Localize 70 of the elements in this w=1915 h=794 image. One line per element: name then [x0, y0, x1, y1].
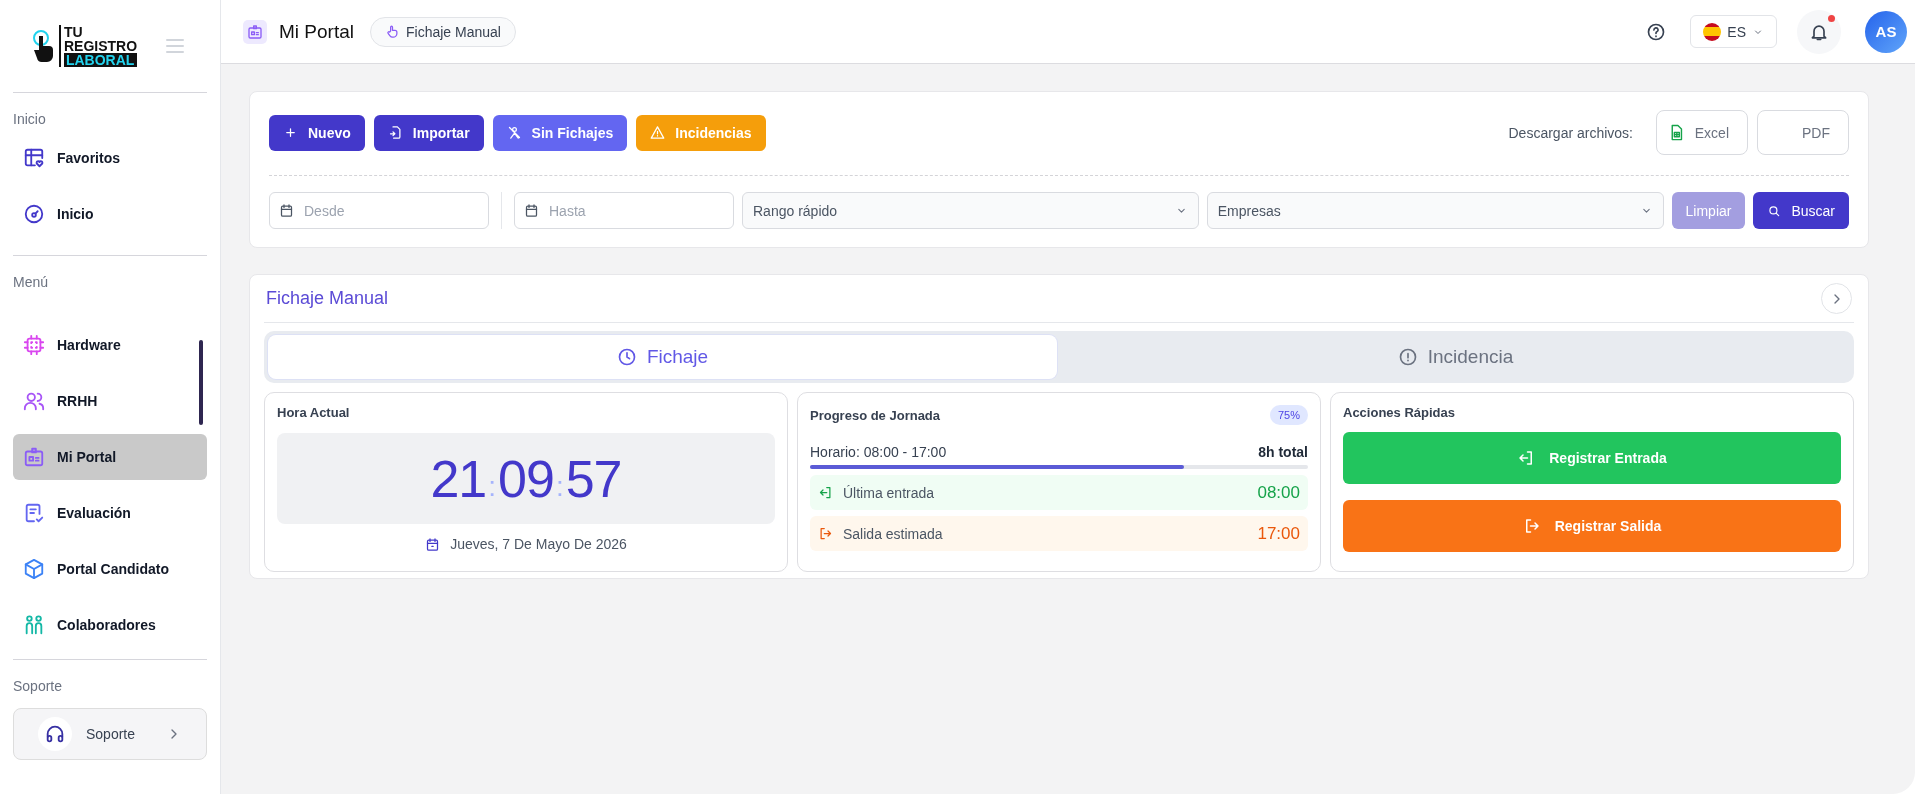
tab[interactable]: Incidencia — [1061, 335, 1850, 379]
card-title: Progreso de Jornada — [810, 407, 941, 423]
card-title: Hora Actual — [277, 405, 351, 420]
date-field[interactable]: Hasta — [514, 192, 734, 229]
time-label: Última entrada — [843, 484, 936, 501]
id-card-icon — [23, 446, 45, 468]
schedule-text: Horario: 08:00 - 17:00 — [810, 444, 947, 460]
search-icon — [1767, 203, 1782, 218]
download-button[interactable]: PDF — [1757, 110, 1849, 155]
chip-icon — [23, 334, 45, 356]
calendar-icon — [425, 536, 441, 552]
total-hours: 8h total — [1258, 444, 1308, 460]
user-off-icon — [506, 125, 522, 140]
panel-title: Fichaje Manual — [266, 288, 389, 309]
scrollbar-thumb[interactable] — [199, 340, 203, 425]
section-title: Menú — [12, 273, 50, 292]
percent-badge: 75% — [1269, 405, 1308, 425]
calendar-icon — [279, 203, 294, 218]
box-icon — [23, 558, 45, 580]
card-title: Acciones Rápidas — [1343, 405, 1456, 420]
support-button[interactable]: Soporte — [13, 708, 207, 760]
breadcrumb-chip[interactable]: Fichaje Manual — [369, 16, 516, 47]
pointer-hand-icon — [384, 24, 400, 39]
clock-icon — [616, 347, 637, 367]
sign-out-icon — [818, 526, 833, 541]
file-import-icon — [387, 125, 403, 140]
user-avatar[interactable]: AS — [1865, 10, 1907, 53]
sidebar-item[interactable]: Portal Candidato — [13, 546, 207, 592]
expand-button[interactable] — [1821, 283, 1852, 314]
filter-button[interactable]: Buscar — [1753, 192, 1849, 229]
select-field[interactable]: Rango rápido — [742, 192, 1199, 229]
toolbar-button[interactable]: Nuevo — [269, 114, 365, 151]
people-icon — [23, 614, 45, 636]
sidebar-item[interactable]: Inicio — [13, 191, 207, 237]
time-value: 17:00 — [1257, 523, 1300, 544]
tab[interactable]: Fichaje — [268, 335, 1057, 379]
select-field[interactable]: Empresas — [1206, 192, 1664, 229]
help-icon — [1646, 21, 1667, 42]
page-title: Mi Portal — [279, 20, 354, 43]
alert-circle-icon — [1397, 347, 1418, 367]
time-label: Salida estimada — [843, 525, 944, 542]
sidebar-item[interactable]: Colaboradores — [13, 602, 207, 648]
sidebar-item[interactable]: RRHH — [13, 378, 207, 424]
grid-heart-icon — [23, 147, 45, 169]
sidebar-item[interactable]: Hardware — [13, 322, 207, 368]
section-title: Inicio — [12, 110, 47, 129]
logo: TU REGISTRO LABORAL — [32, 25, 138, 67]
headset-icon — [44, 723, 66, 745]
sidebar-item[interactable]: Favoritos — [13, 135, 207, 181]
downloads-label: Descargar archivos: — [1508, 124, 1633, 141]
download-button[interactable]: Excel — [1656, 110, 1748, 155]
language-selector[interactable]: ES — [1690, 15, 1777, 48]
date-field[interactable]: Desde — [269, 192, 489, 229]
toolbar-button[interactable]: Importar — [373, 114, 484, 151]
sign-in-icon — [818, 485, 833, 500]
clock-display: 21:09:57 — [277, 433, 775, 524]
clipboard-check-icon — [23, 502, 45, 524]
plus-icon — [283, 125, 298, 140]
warning-icon — [650, 125, 666, 140]
gauge-icon — [23, 203, 45, 225]
users-icon — [23, 390, 45, 412]
calendar-icon — [524, 203, 539, 218]
sidebar-item[interactable]: Evaluación — [13, 490, 207, 536]
current-date: Jueves, 7 De Mayo De 2026 — [450, 536, 627, 552]
sidebar-item[interactable]: Mi Portal — [13, 434, 207, 480]
flag-icon — [1703, 22, 1722, 41]
notifications-button[interactable] — [1797, 9, 1841, 54]
toolbar-button[interactable]: Sin Fichajes — [492, 114, 628, 151]
time-value: 08:00 — [1257, 482, 1300, 503]
section-title: Soporte — [12, 677, 64, 696]
